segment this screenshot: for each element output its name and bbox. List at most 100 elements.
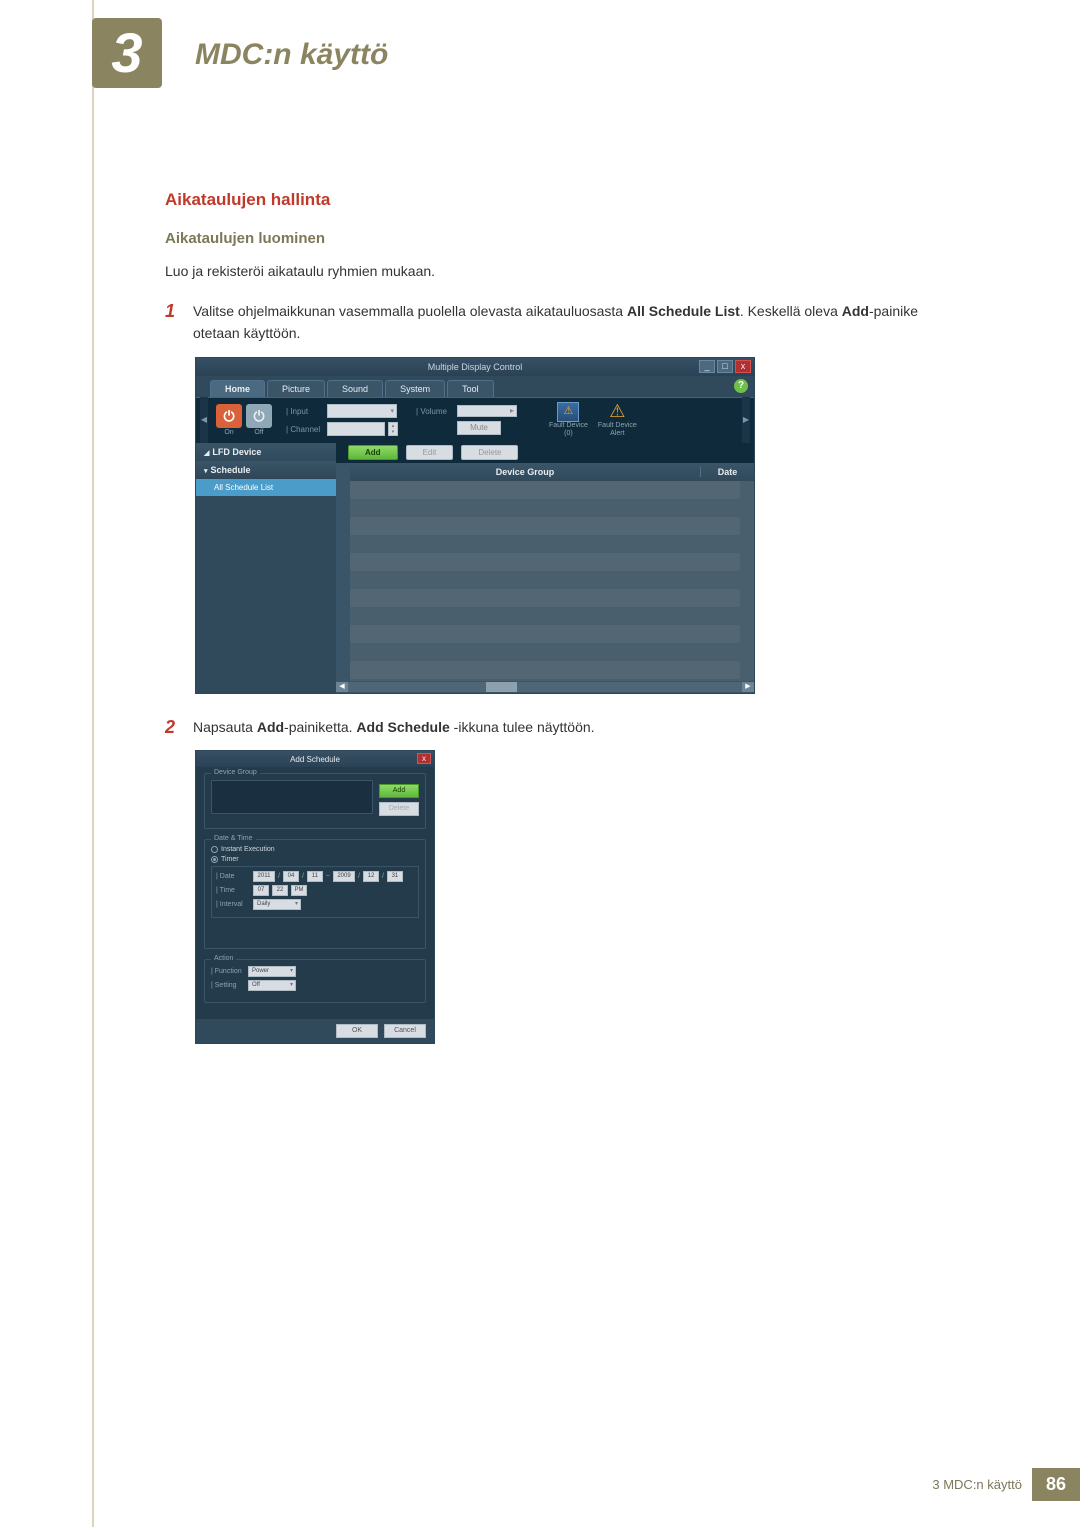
close-button[interactable]: x	[735, 360, 751, 373]
ok-button[interactable]: OK	[336, 1024, 378, 1038]
col-device-group[interactable]: Device Group	[350, 467, 700, 477]
function-label: Function	[211, 968, 245, 975]
interval-row: Interval Daily	[216, 899, 414, 910]
input-select[interactable]: ▾	[327, 404, 397, 418]
channel-spinner[interactable]: ▴▾	[388, 422, 398, 436]
dialog-body: Device Group Add Delete Date & Time Inst…	[196, 767, 434, 1019]
device-group-legend: Device Group	[211, 769, 260, 776]
alert-label: Fault Device	[598, 422, 637, 430]
step-number: 2	[165, 716, 193, 738]
edit-button[interactable]: Edit	[406, 445, 454, 460]
channel-field[interactable]	[327, 422, 385, 436]
tab-system[interactable]: System	[385, 380, 445, 397]
setting-select[interactable]: Off	[248, 980, 296, 991]
grid-hscrollbar[interactable]: ◀ ▶	[336, 681, 754, 693]
time-minute[interactable]: 22	[272, 885, 288, 896]
tab-home[interactable]: Home	[210, 380, 265, 397]
volume-slider[interactable]	[457, 405, 517, 417]
date-to-month[interactable]: 12	[363, 871, 379, 882]
fault-device-count[interactable]: ⚠ Fault Device (0)	[549, 402, 588, 439]
power-off-button[interactable]: ⏻	[246, 404, 272, 428]
scroll-left-icon[interactable]: ◀	[336, 682, 348, 692]
date-label: Date	[216, 873, 250, 880]
t: Napsauta	[193, 719, 257, 735]
interval-label: Interval	[216, 901, 250, 908]
mute-button[interactable]: Mute	[457, 421, 501, 435]
maximize-button[interactable]: □	[717, 360, 733, 373]
col-date[interactable]: Date	[700, 467, 754, 477]
mdc-right-panel: Add Edit Delete Device Group Date ◀ ▶	[336, 443, 754, 693]
step-text: Valitse ohjelmaikkunan vasemmalla puolel…	[193, 300, 955, 345]
tree-lfd-header[interactable]: ◢LFD Device	[196, 443, 336, 461]
dialog-footer: OK Cancel	[196, 1019, 434, 1043]
date-row: Date 2011/ 04/ 11 ~ 2009/ 12/ 31	[216, 871, 414, 882]
help-icon[interactable]: ?	[734, 379, 748, 393]
dialog-titlebar: Add Schedule x	[196, 751, 434, 767]
subsection-heading: Aikataulujen luominen	[165, 230, 955, 247]
time-ampm[interactable]: PM	[291, 885, 307, 896]
chapter-number-badge: 3	[92, 18, 162, 88]
date-to-day[interactable]: 31	[387, 871, 403, 882]
tree-schedule-header[interactable]: ▾Schedule	[196, 461, 336, 479]
function-row: Function Power	[211, 966, 419, 977]
tab-picture[interactable]: Picture	[267, 380, 325, 397]
radio-timer[interactable]: Timer	[211, 856, 419, 863]
device-group-add-button[interactable]: Add	[379, 784, 419, 798]
toolbar-nav-left-icon[interactable]: ◀	[200, 397, 208, 443]
mdc-tabbar: Home Picture Sound System Tool ?	[196, 376, 754, 397]
interval-select[interactable]: Daily	[253, 899, 301, 910]
t: Valitse ohjelmaikkunan vasemmalla puolel…	[193, 303, 627, 319]
delete-button[interactable]: Delete	[461, 445, 518, 460]
t-bold: Add Schedule	[356, 719, 449, 735]
t-bold: Add	[842, 303, 869, 319]
minimize-button[interactable]: _	[699, 360, 715, 373]
mdc-body: ◢LFD Device ▾Schedule All Schedule List …	[196, 443, 754, 693]
power-on-button[interactable]: ⏻	[216, 404, 242, 428]
schedule-grid-header: Device Group Date	[336, 463, 754, 481]
alert-icon: ⚠	[606, 402, 628, 422]
grid-left-gutter	[336, 481, 350, 681]
scroll-right-icon[interactable]: ▶	[742, 682, 754, 692]
power-on-label: On	[216, 429, 242, 436]
t: -painiketta.	[284, 719, 356, 735]
device-group-list[interactable]	[211, 780, 373, 814]
timer-subfieldset: Date 2011/ 04/ 11 ~ 2009/ 12/ 31 Time 07…	[211, 866, 419, 918]
device-group-buttons: Add Delete	[379, 784, 419, 816]
tab-tool[interactable]: Tool	[447, 380, 494, 397]
monitor-icon: ⚠	[557, 402, 579, 422]
window-buttons: _ □ x	[699, 360, 751, 373]
date-from-day[interactable]: 11	[307, 871, 323, 882]
power-group: ⏻ ⏻ On Off	[216, 404, 272, 436]
content-area: Aikataulujen hallinta Aikataulujen luomi…	[165, 190, 955, 1044]
scroll-track[interactable]	[348, 682, 742, 692]
timer-label: Timer	[221, 856, 239, 863]
function-select[interactable]: Power	[248, 966, 296, 977]
step-1: 1 Valitse ohjelmaikkunan vasemmalla puol…	[165, 300, 955, 345]
step-text: Napsauta Add-painiketta. Add Schedule -i…	[193, 716, 955, 738]
power-off-label: Off	[246, 429, 272, 436]
section-heading: Aikataulujen hallinta	[165, 190, 955, 210]
time-hour[interactable]: 07	[253, 885, 269, 896]
cancel-button[interactable]: Cancel	[384, 1024, 426, 1038]
date-from-month[interactable]: 04	[283, 871, 299, 882]
action-fieldset: Action Function Power Setting Off	[204, 959, 426, 1003]
device-group-delete-button[interactable]: Delete	[379, 802, 419, 816]
dialog-title: Add Schedule	[290, 755, 340, 764]
fault-device-alert[interactable]: ⚠ Fault Device Alert	[598, 402, 637, 439]
mdc-title: Multiple Display Control	[428, 362, 523, 372]
date-from-year[interactable]: 2011	[253, 871, 275, 882]
radio-instant[interactable]: Instant Execution	[211, 846, 419, 853]
grid-stripes	[350, 481, 740, 681]
mdc-toolbar: ◀ ⏻ ⏻ On Off Input ▾ Channel	[196, 397, 754, 443]
tab-sound[interactable]: Sound	[327, 380, 383, 397]
mdc-left-panel: ◢LFD Device ▾Schedule All Schedule List	[196, 443, 336, 693]
volume-group: Volume Mute	[416, 405, 517, 435]
toolbar-nav-right-icon[interactable]: ▶	[742, 397, 750, 443]
date-to-year[interactable]: 2009	[333, 871, 355, 882]
dialog-close-button[interactable]: x	[417, 753, 431, 764]
fault-label: Fault Device	[549, 422, 588, 430]
date-time-fieldset: Date & Time Instant Execution Timer Date…	[204, 839, 426, 949]
add-button[interactable]: Add	[348, 445, 398, 460]
tree-all-schedule-list[interactable]: All Schedule List	[196, 479, 336, 496]
t-bold: Add	[257, 719, 284, 735]
